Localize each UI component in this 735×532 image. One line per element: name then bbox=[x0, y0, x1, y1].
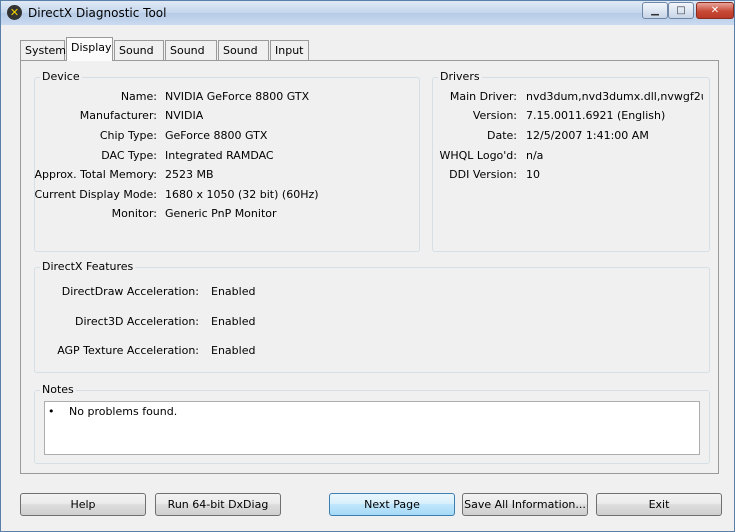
maximize-button[interactable]: □ bbox=[668, 2, 694, 19]
driver-date-value: 12/5/2007 1:41:00 AM bbox=[526, 129, 649, 142]
tab-sound-2[interactable]: Sound 2 bbox=[165, 40, 217, 76]
tab-display[interactable]: Display bbox=[66, 37, 113, 61]
ddi-version-value: 10 bbox=[526, 168, 540, 181]
device-memory-value: 2523 MB bbox=[165, 168, 214, 181]
drivers-group-title: Drivers bbox=[438, 70, 482, 83]
minimize-icon: ▁ bbox=[651, 5, 659, 16]
whql-logo-value: n/a bbox=[526, 149, 544, 162]
agp-texture-label: AGP Texture Acceleration: bbox=[57, 344, 199, 357]
device-chip-type-value: GeForce 8800 GTX bbox=[165, 129, 268, 142]
drivers-group bbox=[432, 77, 710, 252]
window-title: DirectX Diagnostic Tool bbox=[28, 6, 167, 20]
dxdiag-window: ✕ DirectX Diagnostic Tool ▁ □ ✕ System D… bbox=[0, 0, 735, 532]
driver-version-label: Version: bbox=[472, 109, 517, 122]
device-manufacturer-label: Manufacturer: bbox=[79, 109, 157, 122]
tab-sound-1[interactable]: Sound 1 bbox=[114, 40, 164, 76]
device-monitor-label: Monitor: bbox=[111, 207, 157, 220]
tab-input[interactable]: Input bbox=[270, 40, 309, 60]
maximize-icon: □ bbox=[676, 5, 686, 16]
close-button[interactable]: ✕ bbox=[696, 2, 734, 19]
device-name-value: NVIDIA GeForce 8800 GTX bbox=[165, 90, 310, 103]
tab-system[interactable]: System bbox=[20, 40, 66, 60]
exit-button[interactable]: Exit bbox=[596, 493, 722, 516]
device-display-mode-label: Current Display Mode: bbox=[34, 188, 157, 201]
device-chip-type-label: Chip Type: bbox=[99, 129, 157, 142]
close-icon: ✕ bbox=[710, 5, 720, 16]
notes-item: No problems found. bbox=[69, 405, 178, 418]
notes-text-area[interactable]: • No problems found. bbox=[44, 401, 700, 455]
direct3d-label: Direct3D Acceleration: bbox=[75, 315, 199, 328]
device-monitor-value: Generic PnP Monitor bbox=[165, 207, 277, 220]
device-display-mode-value: 1680 x 1050 (32 bit) (60Hz) bbox=[165, 188, 319, 201]
device-memory-label: Approx. Total Memory: bbox=[34, 168, 158, 181]
whql-logo-label: WHQL Logo'd: bbox=[439, 149, 517, 162]
direct3d-value: Enabled bbox=[211, 315, 256, 328]
directdraw-value: Enabled bbox=[211, 285, 256, 298]
main-driver-label: Main Driver: bbox=[449, 90, 517, 103]
device-group bbox=[34, 77, 420, 252]
minimize-button[interactable]: ▁ bbox=[642, 2, 668, 19]
driver-version-value: 7.15.0011.6921 (English) bbox=[526, 109, 666, 122]
main-driver-value: nvd3dum,nvd3dumx.dll,nvwgf2um,nv bbox=[526, 90, 703, 103]
ddi-version-label: DDI Version: bbox=[449, 168, 517, 181]
notes-bullet: • bbox=[48, 405, 55, 418]
driver-date-label: Date: bbox=[487, 129, 517, 142]
title-bar[interactable]: ✕ DirectX Diagnostic Tool ▁ □ ✕ bbox=[1, 1, 734, 25]
tab-sound-3[interactable]: Sound 3 bbox=[218, 40, 269, 76]
device-dac-type-value: Integrated RAMDAC bbox=[165, 149, 274, 162]
directx-features-title: DirectX Features bbox=[40, 260, 136, 273]
device-name-label: Name: bbox=[120, 90, 157, 103]
help-button[interactable]: Help bbox=[20, 493, 146, 516]
device-manufacturer-value: NVIDIA bbox=[165, 109, 204, 122]
device-group-title: Device bbox=[40, 70, 82, 83]
run-64bit-dxdiag-button[interactable]: Run 64-bit DxDiag bbox=[155, 493, 281, 516]
directx-app-icon: ✕ bbox=[7, 5, 22, 20]
next-page-button[interactable]: Next Page bbox=[329, 493, 455, 516]
directdraw-label: DirectDraw Acceleration: bbox=[61, 285, 199, 298]
save-all-information-button[interactable]: Save All Information... bbox=[462, 493, 588, 516]
device-dac-type-label: DAC Type: bbox=[101, 149, 157, 162]
notes-group-title: Notes bbox=[40, 383, 76, 396]
agp-texture-value: Enabled bbox=[211, 344, 256, 357]
